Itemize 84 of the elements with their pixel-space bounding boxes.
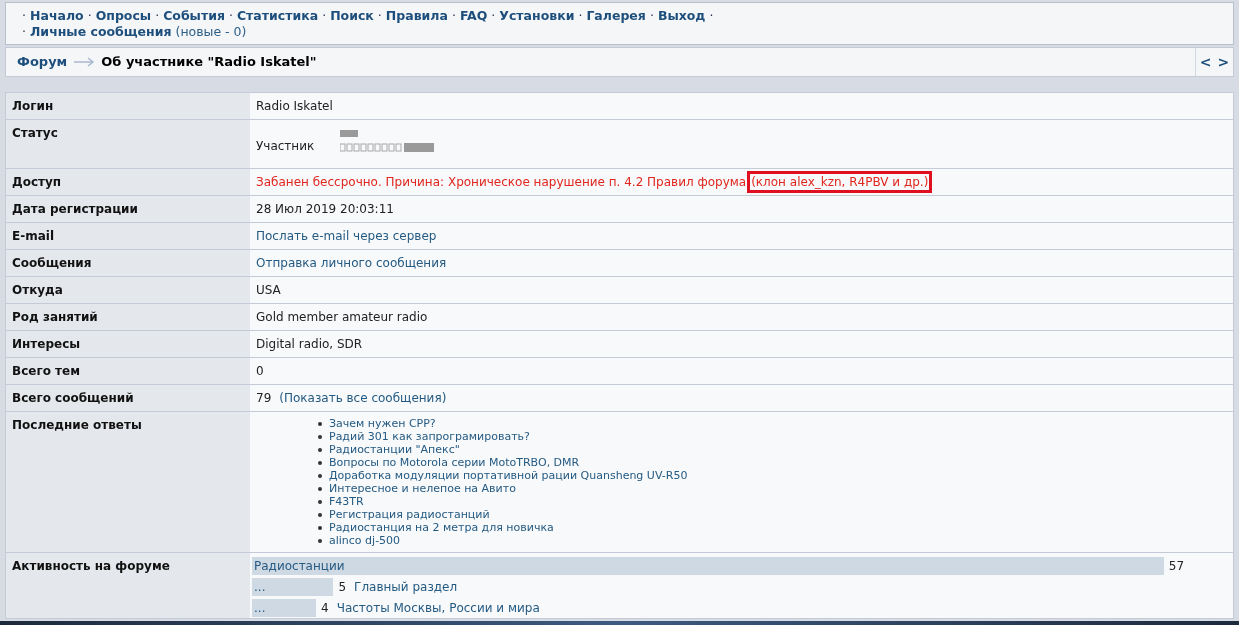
nav-link[interactable]: Статистика xyxy=(236,8,319,24)
bullet-icon xyxy=(318,421,322,426)
section-link[interactable]: Главный раздел xyxy=(354,578,458,595)
field-value: Digital radio, SDR xyxy=(256,337,363,351)
bullet-icon xyxy=(318,434,322,439)
bullet-icon xyxy=(318,525,322,530)
field-label: Дата регистрации xyxy=(12,202,138,216)
separator-dot: · xyxy=(377,8,382,24)
previous-link[interactable]: < xyxy=(1199,51,1212,73)
separator-dot: · xyxy=(322,8,327,24)
activity-bar[interactable]: ... xyxy=(252,577,334,596)
nav-link[interactable]: Галерея xyxy=(586,8,646,24)
separator-dot: · xyxy=(578,8,583,24)
bullet-icon xyxy=(318,447,322,452)
field-value: 0 xyxy=(256,364,264,378)
separator-dot: · xyxy=(22,8,26,24)
highlighted-note: (клон alex_kzn, R4PBV и др.) xyxy=(747,171,933,193)
topic-link[interactable]: F43TR xyxy=(329,495,364,508)
nav-link[interactable]: Установки xyxy=(499,8,575,24)
rank-meter-icon xyxy=(340,130,437,154)
field-label: Интересы xyxy=(12,337,81,351)
field-label: Всего тем xyxy=(12,364,80,378)
activity-count: 57 xyxy=(1168,557,1185,574)
topic-link[interactable]: Зачем нужен CPP? xyxy=(329,417,436,430)
field-value: 28 Июл 2019 20:03:11 xyxy=(256,202,394,216)
separator-dot: · xyxy=(649,8,654,24)
field-value: Radio Iskatel xyxy=(256,99,333,113)
activity-bar[interactable]: Радиостанции xyxy=(252,556,1164,575)
field-value: Gold member amateur radio xyxy=(256,310,428,324)
nav-link[interactable]: FAQ xyxy=(459,8,488,24)
bullet-icon xyxy=(318,460,322,465)
topic-link[interactable]: Радий 301 как запрограмировать? xyxy=(329,430,530,443)
topic-link[interactable]: Вопросы по Motorola серии MotoTRBO, DMR xyxy=(329,456,580,469)
nav-link[interactable]: Опросы xyxy=(95,8,152,24)
nav-link[interactable]: Личные сообщения xyxy=(30,24,172,40)
field-label: Последние ответы xyxy=(12,418,142,432)
rank-text: Участник xyxy=(256,138,315,154)
bullet-icon xyxy=(318,538,322,543)
nav-link[interactable]: Выход xyxy=(657,8,706,24)
link[interactable]: Отправка личного сообщения xyxy=(256,256,447,270)
topic-link[interactable]: Регистрация радиостанций xyxy=(329,508,490,521)
topic-link[interactable]: Радиостанции "Апекс" xyxy=(329,443,460,456)
separator-dot: · xyxy=(491,8,496,24)
nav-link[interactable]: Поиск xyxy=(330,8,374,24)
bullet-icon xyxy=(318,473,322,478)
post-count: 79 xyxy=(256,391,272,405)
topic-link[interactable]: Интересное и нелепое на Авито xyxy=(329,482,516,495)
next-link[interactable]: > xyxy=(1217,51,1230,73)
nav-link[interactable]: Правила xyxy=(385,8,448,24)
separator-dot: · xyxy=(22,24,26,40)
activity-bar[interactable]: ... xyxy=(252,598,316,617)
field-label: Сообщения xyxy=(12,256,92,270)
field-label: Род занятий xyxy=(12,310,98,324)
ban-reason: Забанен бессрочно. Причина: Хроническое нарушение п. 4.2 Правил форума xyxy=(256,175,747,189)
separator-dot: · xyxy=(451,8,456,24)
separator-dot: · xyxy=(155,8,160,24)
separator-dot: · xyxy=(228,8,233,24)
bullet-icon xyxy=(318,512,322,517)
field-label: Логин xyxy=(12,99,54,113)
link[interactable]: Послать e-mail через сервер xyxy=(256,229,437,243)
show-posts-link[interactable]: (Показать все сообщения) xyxy=(279,391,447,405)
new-messages-note: (новые - 0) xyxy=(175,24,247,40)
separator-dot: · xyxy=(709,8,714,24)
topic-link[interactable]: Доработка модуляции портативной рации Quansheng UV-R50 xyxy=(329,469,688,482)
field-value: USA xyxy=(256,283,281,297)
arrow-icon xyxy=(73,57,96,67)
bullet-icon xyxy=(318,486,322,491)
field-label: Статус xyxy=(12,126,58,140)
bullet-icon xyxy=(318,499,322,504)
topic-link[interactable]: alinco dj-500 xyxy=(329,534,401,547)
field-label: Доступ xyxy=(12,175,62,189)
field-label: Откуда xyxy=(12,283,63,297)
breadcrumb-link[interactable]: Форум xyxy=(17,52,68,72)
separator-dot: · xyxy=(87,8,92,24)
field-label: Всего сообщений xyxy=(12,391,134,405)
activity-count: 4 xyxy=(321,599,329,616)
field-label: E-mail xyxy=(12,229,54,243)
nav-link[interactable]: Начало xyxy=(30,8,84,24)
activity-count: 5 xyxy=(338,578,347,595)
nav-link[interactable]: События xyxy=(163,8,225,24)
page-title: Об участнике "Radio Iskatel" xyxy=(101,53,317,72)
topic-link[interactable]: Радиостанция на 2 метра для новичка xyxy=(329,521,554,534)
section-link[interactable]: Частоты Москвы, России и мира xyxy=(336,599,540,616)
field-label: Активность на форуме xyxy=(12,559,170,573)
